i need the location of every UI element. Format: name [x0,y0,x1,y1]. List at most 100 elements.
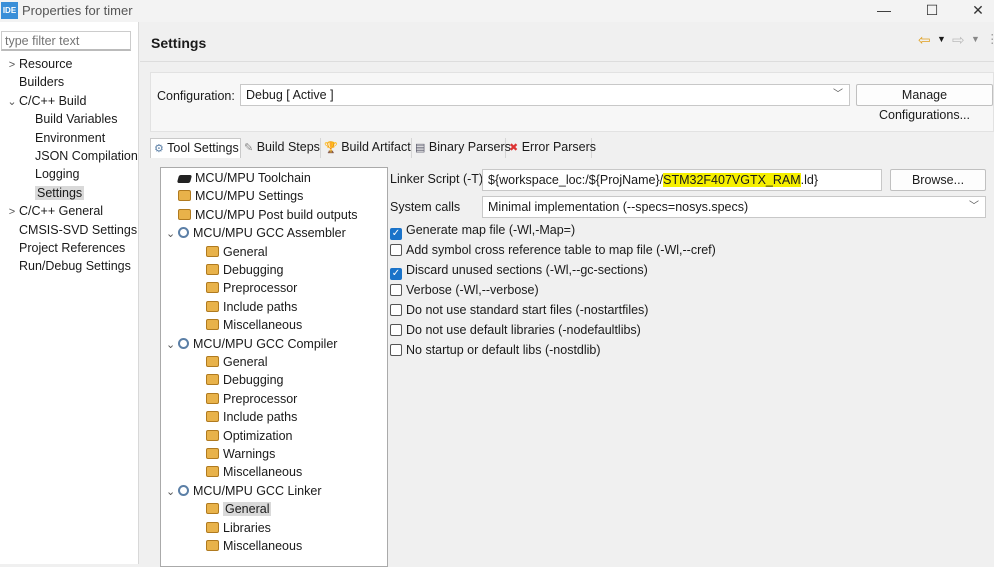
sidebar-item-logging[interactable]: Logging [21,165,80,183]
close-button[interactable]: ✕ [956,0,994,22]
tree-node-mcu-mpu-settings[interactable]: MCU/MPU Settings [166,187,303,205]
tree-node-preprocessor[interactable]: Preprocessor [194,390,297,408]
chevron-down-icon: ﹀ [833,89,843,100]
sidebar-item-build-variables[interactable]: Build Variables [21,110,117,128]
option-checkbox-row[interactable]: ✓ Discard unused sections (-Wl,--gc-secti… [390,261,648,280]
folder-settings-icon [206,503,219,515]
checkbox-unchecked[interactable] [390,344,402,356]
sidebar-item-label: Build Variables [35,112,118,127]
tree-node-label: Preprocessor [223,281,298,296]
tree-node-include-paths[interactable]: Include paths [194,298,297,316]
tab-binary-parsers[interactable]: ▤ Binary Parsers [412,138,511,158]
tree-node-optimization[interactable]: Optimization [194,427,292,445]
maximize-button[interactable]: ☐ [910,0,954,22]
tree-node-warnings[interactable]: Warnings [194,445,275,463]
tree-node-label: General [223,355,268,369]
linker-script-label: Linker Script (-T) [390,172,484,186]
sidebar-item-settings[interactable]: Settings [21,184,85,202]
folder-settings-icon [206,264,219,275]
tree-node-label: Debugging [223,373,284,388]
checkbox-unchecked[interactable] [390,324,402,336]
chevron-right-icon[interactable]: > [5,56,19,74]
option-checkbox-row[interactable]: Verbose (-Wl,--verbose) [390,281,539,299]
tab-label: Error Parsers [521,140,597,154]
option-checkbox-row[interactable]: No startup or default libs (-nostdlib) [390,341,601,359]
back-arrow-icon[interactable]: ⇦ [918,31,931,49]
chevron-down-icon[interactable]: ⌄ [166,336,178,354]
tab-tool-settings[interactable]: ⚙ Tool Settings [150,138,241,158]
gear-icon [178,227,189,239]
configuration-select[interactable]: Debug [ Active ] ﹀ [240,84,850,106]
tree-node-include-paths[interactable]: Include paths [194,408,297,426]
sidebar-item-resource[interactable]: > Resource [5,55,73,73]
tool-settings-tree: MCU/MPU Toolchain MCU/MPU Settings MCU/MPU… [160,167,388,567]
folder-settings-icon [206,245,219,257]
view-menu-icon[interactable]: ⋮ [986,31,994,46]
tree-node-preprocessor[interactable]: Preprocessor [194,279,297,297]
folder-settings-icon [206,521,219,533]
sidebar-item-label: JSON Compilation [35,149,138,163]
tab-error-parsers[interactable]: ✖ Error Parsers [506,138,596,158]
tree-node-mcu-mpu-gcc-linker[interactable]: ⌄ MCU/MPU GCC Linker [166,482,322,500]
folder-settings-icon [206,319,219,331]
window-title: Properties for timer [22,3,133,18]
tree-node-mcu-mpu-toolchain[interactable]: MCU/MPU Toolchain [166,169,311,187]
sidebar-item-c-c-general[interactable]: > C/C++ General [5,202,103,220]
sidebar-item-json-compilation[interactable]: JSON Compilation [21,147,138,165]
tree-node-mcu-mpu-post-build-outputs[interactable]: MCU/MPU Post build outputs [166,206,358,224]
tree-node-miscellaneous[interactable]: Miscellaneous [194,537,302,555]
chevron-right-icon[interactable]: > [5,203,19,221]
sidebar-item-environment[interactable]: Environment [21,129,105,147]
checkbox-unchecked[interactable] [390,304,402,316]
option-checkbox-row[interactable]: Do not use default libraries (-nodefault… [390,321,641,339]
sidebar-item-c-c-build[interactable]: ⌄ C/C++ Build [5,92,86,110]
tree-node-libraries[interactable]: Libraries [194,519,271,537]
option-checkbox-row[interactable]: Add symbol cross reference table to map … [390,241,716,259]
tree-node-miscellaneous[interactable]: Miscellaneous [194,316,302,334]
tree-node-general[interactable]: General [194,353,267,371]
folder-settings-icon [206,429,219,441]
minimize-button[interactable]: — [862,0,906,22]
chevron-down-icon[interactable]: ⌄ [5,93,19,111]
forward-menu-chevron-icon[interactable]: ▼ [971,34,980,44]
linker-script-input[interactable]: ${workspace_loc:/${ProjName}/STM32F407VG… [482,169,882,191]
tree-node-mcu-mpu-gcc-compiler[interactable]: ⌄ MCU/MPU GCC Compiler [166,335,337,353]
tab-build-steps[interactable]: ✎ Build Steps [241,138,321,158]
manage-configurations-button[interactable]: Manage Configurations... [856,84,993,122]
tree-node-debugging[interactable]: Debugging [194,261,283,279]
tree-node-debugging[interactable]: Debugging [194,371,283,389]
tree-node-mcu-mpu-gcc-assembler[interactable]: ⌄ MCU/MPU GCC Assembler [166,224,346,242]
checkbox-unchecked[interactable] [390,284,402,296]
back-menu-chevron-icon[interactable]: ▼ [937,34,946,44]
filter-input[interactable] [1,31,131,51]
checkbox-unchecked[interactable] [390,244,402,256]
option-checkbox-row[interactable]: ✓ Generate map file (-Wl,-Map=) [390,221,575,240]
system-calls-select[interactable]: Minimal implementation (--specs=nosys.sp… [482,196,986,218]
forward-arrow-icon[interactable]: ⇨ [952,31,965,49]
chevron-down-icon[interactable]: ⌄ [166,483,178,501]
tree-node-miscellaneous[interactable]: Miscellaneous [194,463,302,481]
option-checkbox-row[interactable]: Do not use standard start files (-nostar… [390,301,648,319]
checkbox-checked[interactable]: ✓ [390,228,402,240]
checkbox-checked[interactable]: ✓ [390,268,402,280]
sidebar-item-cmsis-svd-settings[interactable]: CMSIS-SVD Settings [5,221,137,239]
tree-node-general[interactable]: General [194,500,272,518]
folder-settings-icon [206,540,219,551]
sidebar-item-label: Project References [19,241,126,255]
tree-node-label: Miscellaneous [223,539,303,553]
tab-icon: ✖ [509,142,519,154]
sidebar-item-label: Builders [19,75,65,90]
tab-label: Binary Parsers [428,140,511,154]
sidebar-item-builders[interactable]: Builders [5,73,64,91]
tree-node-label: Include paths [223,299,298,314]
sidebar-item-project-references[interactable]: Project References [5,239,125,257]
tree-node-label: Preprocessor [223,391,298,406]
tree-node-general[interactable]: General [194,243,267,261]
tab-build-artifact[interactable]: 🏆 Build Artifact [321,138,412,158]
tree-node-label: Libraries [223,520,271,535]
browse-button[interactable]: Browse... [890,169,986,191]
chevron-down-icon[interactable]: ⌄ [166,225,178,243]
page-header: Settings ⇦ ▼ ⇨ ▼ ⋮ [140,22,994,62]
chevron-down-icon: ﹀ [969,201,979,212]
sidebar-item-run-debug-settings[interactable]: Run/Debug Settings [5,257,131,275]
